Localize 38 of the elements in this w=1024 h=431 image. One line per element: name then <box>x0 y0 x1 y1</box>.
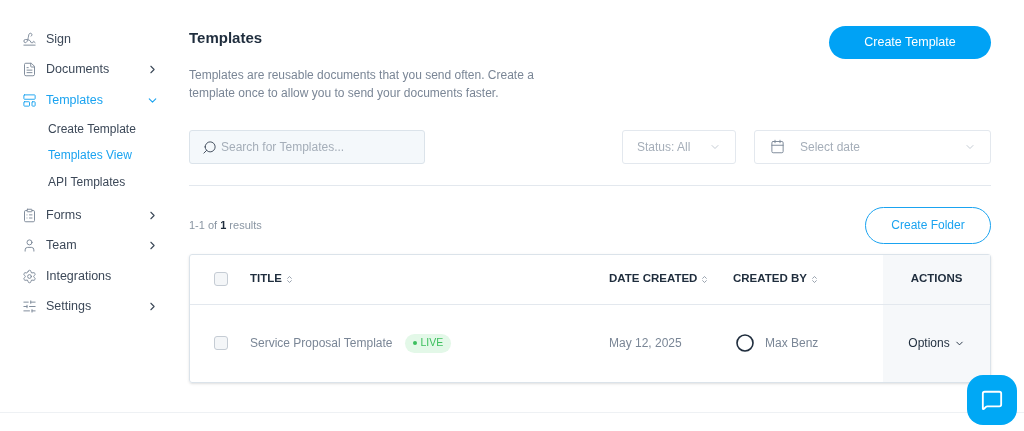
column-header[interactable]: DATE CREATED <box>609 270 710 288</box>
gear-icon <box>22 268 37 284</box>
column-header[interactable]: TITLE <box>250 270 294 288</box>
sidebar-item[interactable]: Settings <box>0 291 189 322</box>
chat-button[interactable] <box>967 375 1017 425</box>
user-icon <box>22 238 37 254</box>
search-field[interactable]: Search for Templates... <box>189 129 425 164</box>
sliders-icon <box>22 299 37 315</box>
chat-icon <box>981 389 1003 411</box>
status-badge: LIVE <box>404 333 452 353</box>
template-title[interactable]: Service Proposal Template <box>250 334 393 352</box>
column-header[interactable]: CREATED BY <box>733 270 819 288</box>
form-icon <box>22 207 37 223</box>
sort-icon <box>700 274 710 284</box>
document-icon <box>22 62 37 78</box>
creator-name: Max Benz <box>765 335 819 352</box>
sidebar-item[interactable]: Documents <box>0 54 189 85</box>
column-header: ACTIONS <box>910 271 963 287</box>
date-cell-text: May 12, 2025 <box>609 335 683 352</box>
search-icon <box>202 139 217 155</box>
calendar-icon <box>770 139 785 154</box>
submenu-item[interactable]: API Templates <box>0 168 189 195</box>
options-button[interactable]: Options <box>908 334 965 352</box>
sort-icon <box>284 274 294 284</box>
sidebar-item[interactable]: Integrations <box>0 261 189 292</box>
avatar-icon <box>736 334 754 352</box>
sort-icon <box>809 274 819 284</box>
page-description: Templates are reusable documents that you send often. Create a template once to allow you to send your documents faster. <box>189 66 535 102</box>
submenu-item[interactable]: Create Template <box>0 115 189 142</box>
checkbox[interactable] <box>214 272 228 286</box>
sidebar-item[interactable]: Sign <box>0 24 189 55</box>
sidebar-item[interactable]: Team <box>0 230 189 261</box>
signature-icon <box>22 31 37 47</box>
template-icon <box>22 92 37 108</box>
page-title: Templates <box>189 28 264 48</box>
checkbox[interactable] <box>214 336 228 350</box>
sidebar-item[interactable]: Forms <box>0 200 189 231</box>
results-count: 1-1 of 1 results <box>189 217 262 233</box>
